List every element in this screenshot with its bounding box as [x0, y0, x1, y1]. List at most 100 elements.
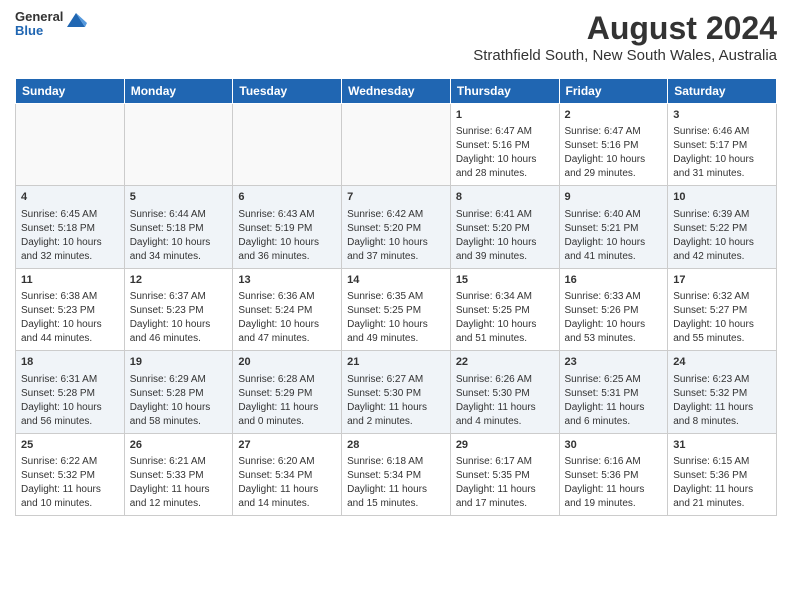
day-info: Daylight: 10 hours — [673, 153, 771, 167]
day-info: Daylight: 10 hours — [21, 236, 119, 250]
calendar-cell — [342, 104, 451, 186]
title-section: August 2024 Strathfield South, New South… — [473, 10, 777, 72]
day-info: and 21 minutes. — [673, 497, 771, 511]
day-info: Sunset: 5:22 PM — [673, 222, 771, 236]
day-info: Daylight: 11 hours — [673, 401, 771, 415]
day-info: and 41 minutes. — [565, 250, 663, 264]
calendar-cell: 27Sunrise: 6:20 AMSunset: 5:34 PMDayligh… — [233, 433, 342, 515]
day-info: and 8 minutes. — [673, 415, 771, 429]
day-info: Sunset: 5:25 PM — [456, 304, 554, 318]
day-number: 3 — [673, 108, 771, 123]
day-info: Sunrise: 6:15 AM — [673, 455, 771, 469]
day-info: and 0 minutes. — [238, 415, 336, 429]
day-number: 28 — [347, 438, 445, 453]
calendar-cell: 18Sunrise: 6:31 AMSunset: 5:28 PMDayligh… — [16, 351, 125, 433]
day-info: Daylight: 10 hours — [673, 236, 771, 250]
day-number: 13 — [238, 273, 336, 288]
calendar-cell — [233, 104, 342, 186]
day-number: 15 — [456, 273, 554, 288]
header-row: Sunday Monday Tuesday Wednesday Thursday… — [16, 79, 777, 104]
calendar-cell: 5Sunrise: 6:44 AMSunset: 5:18 PMDaylight… — [124, 186, 233, 268]
calendar-week-row: 18 Sunrise: 6:31 AM Sunset: 5:28 PM Dayligh… — [16, 351, 777, 433]
day-number: 10 — [673, 190, 771, 205]
day-info: Daylight: 11 hours — [238, 483, 336, 497]
day-info: Sunrise: 6:29 AM — [130, 373, 228, 387]
day-info: Daylight: 11 hours — [130, 483, 228, 497]
day-number: 27 — [238, 438, 336, 453]
day-info: Sunrise: 6:31 AM — [21, 373, 119, 387]
day-info: Sunset: 5:35 PM — [456, 469, 554, 483]
day-info: Sunrise: 6:27 AM — [347, 373, 445, 387]
calendar-week-row: 11Sunrise: 6:38 AMSunset: 5:23 PMDayligh… — [16, 268, 777, 350]
day-info: Sunset: 5:26 PM — [565, 304, 663, 318]
day-info: Daylight: 10 hours — [673, 318, 771, 332]
day-number: 11 — [21, 273, 119, 288]
day-info: Sunrise: 6:17 AM — [456, 455, 554, 469]
day-info: Sunrise: 6:33 AM — [565, 290, 663, 304]
day-number: 4 — [21, 190, 119, 205]
day-info: and 19 minutes. — [565, 497, 663, 511]
day-info: and 4 minutes. — [456, 415, 554, 429]
calendar-cell: 20Sunrise: 6:28 AMSunset: 5:29 PMDayligh… — [233, 351, 342, 433]
day-info: Daylight: 10 hours — [130, 318, 228, 332]
day-info: Daylight: 10 hours — [456, 318, 554, 332]
day-info: Daylight: 11 hours — [347, 401, 445, 415]
day-number: 26 — [130, 438, 228, 453]
day-number: 12 — [130, 273, 228, 288]
day-number: 18 — [21, 355, 119, 370]
day-info: Sunrise: 6:41 AM — [456, 208, 554, 222]
day-number: 31 — [673, 438, 771, 453]
day-info: Sunset: 5:28 PM — [130, 387, 228, 401]
day-info: Daylight: 10 hours — [565, 236, 663, 250]
day-info: and 58 minutes. — [130, 415, 228, 429]
day-info: Sunset: 5:19 PM — [238, 222, 336, 236]
day-info: and 36 minutes. — [238, 250, 336, 264]
day-info: Daylight: 10 hours — [456, 236, 554, 250]
day-info: Sunset: 5:18 PM — [21, 222, 119, 236]
day-number: 25 — [21, 438, 119, 453]
calendar-cell: 3Sunrise: 6:46 AMSunset: 5:17 PMDaylight… — [668, 104, 777, 186]
day-info: Sunset: 5:16 PM — [456, 139, 554, 153]
day-info: and 28 minutes. — [456, 167, 554, 181]
col-friday: Friday — [559, 79, 668, 104]
day-info: Sunset: 5:30 PM — [456, 387, 554, 401]
calendar-cell: 4Sunrise: 6:45 AMSunset: 5:18 PMDaylight… — [16, 186, 125, 268]
col-tuesday: Tuesday — [233, 79, 342, 104]
day-info: Daylight: 11 hours — [565, 483, 663, 497]
logo-text: GeneralBlue — [15, 10, 63, 39]
day-info: Sunrise: 6:23 AM — [673, 373, 771, 387]
day-number: 1 — [456, 108, 554, 123]
day-info: and 56 minutes. — [21, 415, 119, 429]
calendar-cell: 6Sunrise: 6:43 AMSunset: 5:19 PMDaylight… — [233, 186, 342, 268]
day-info: and 2 minutes. — [347, 415, 445, 429]
day-info: Sunset: 5:30 PM — [347, 387, 445, 401]
day-info: and 6 minutes. — [565, 415, 663, 429]
day-info: Sunset: 5:36 PM — [673, 469, 771, 483]
day-info: and 47 minutes. — [238, 332, 336, 346]
day-info: and 51 minutes. — [456, 332, 554, 346]
day-number: 5 — [130, 190, 228, 205]
day-info: Sunrise: 6:36 AM — [238, 290, 336, 304]
day-info: Daylight: 11 hours — [347, 483, 445, 497]
day-number: 22 — [456, 355, 554, 370]
day-info: Sunrise: 6:25 AM — [565, 373, 663, 387]
day-info: Sunset: 5:27 PM — [673, 304, 771, 318]
day-info: Daylight: 11 hours — [238, 401, 336, 415]
day-number: 9 — [565, 190, 663, 205]
day-info: and 32 minutes. — [21, 250, 119, 264]
day-info: Sunrise: 6:35 AM — [347, 290, 445, 304]
calendar-cell: 23Sunrise: 6:25 AMSunset: 5:31 PMDayligh… — [559, 351, 668, 433]
day-info: Daylight: 10 hours — [238, 318, 336, 332]
day-info: and 17 minutes. — [456, 497, 554, 511]
day-info: Daylight: 10 hours — [130, 236, 228, 250]
calendar-table: Sunday Monday Tuesday Wednesday Thursday… — [15, 78, 777, 516]
day-info: Sunrise: 6:44 AM — [130, 208, 228, 222]
col-wednesday: Wednesday — [342, 79, 451, 104]
calendar-cell — [16, 104, 125, 186]
day-info: Daylight: 10 hours — [565, 153, 663, 167]
calendar-cell: 26Sunrise: 6:21 AMSunset: 5:33 PMDayligh… — [124, 433, 233, 515]
day-info: and 10 minutes. — [21, 497, 119, 511]
calendar-cell: 21Sunrise: 6:27 AMSunset: 5:30 PMDayligh… — [342, 351, 451, 433]
day-number: 23 — [565, 355, 663, 370]
day-info: and 12 minutes. — [130, 497, 228, 511]
